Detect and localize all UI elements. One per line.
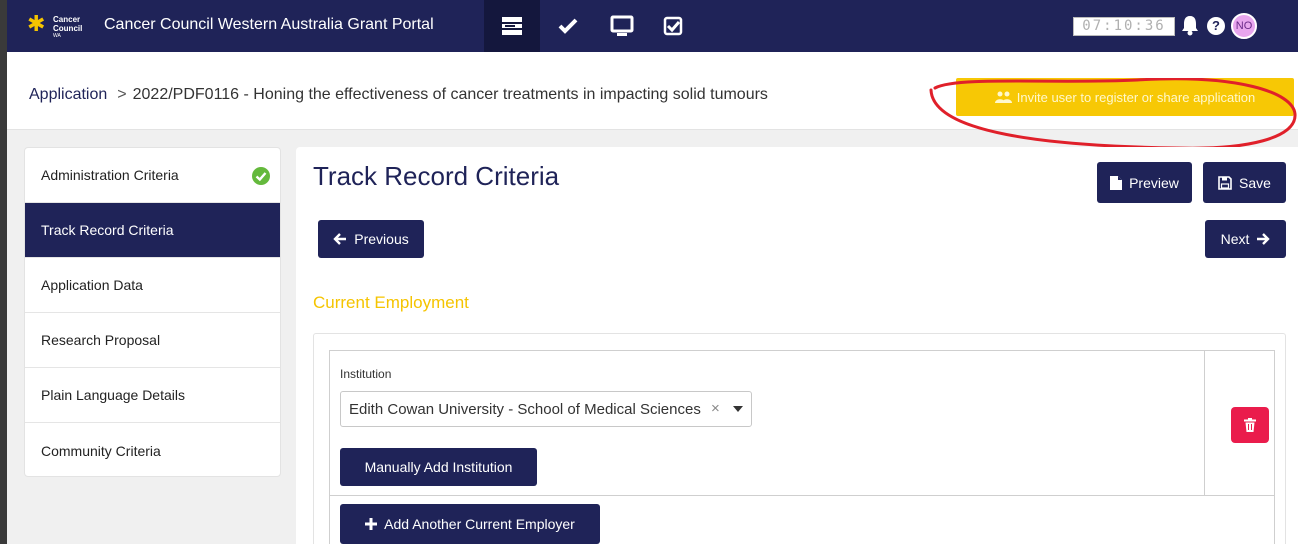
sidebar-item-community-criteria[interactable]: Community Criteria [25,423,280,476]
sidebar-item-administration-criteria[interactable]: Administration Criteria [25,148,280,203]
bell-icon[interactable] [1180,14,1200,41]
main-panel: Track Record Criteria Preview Save Previ… [296,147,1298,544]
caret-down-icon[interactable] [733,406,743,412]
previous-button[interactable]: Previous [318,220,424,258]
employer-entry: Institution Edith Cowan University - Sch… [329,350,1275,496]
institution-selected-value: Edith Cowan University - School of Medic… [349,400,701,418]
floppy-disk-icon [1218,175,1232,190]
breadcrumb-current: 2022/PDF0116 - Honing the effectiveness … [132,86,768,103]
app-window: ✱ Cancer Council WA Cancer Council Wester… [0,0,1298,544]
criteria-sidebar: Administration Criteria Track Record Cri… [24,147,281,477]
plus-icon [365,518,378,530]
top-navbar: ✱ Cancer Council WA Cancer Council Wester… [7,0,1298,52]
monitor-icon[interactable] [610,14,634,38]
session-timer: 07:10:36 [1073,17,1175,36]
sidebar-item-research-proposal[interactable]: Research Proposal [25,313,280,368]
institution-select[interactable]: Edith Cowan University - School of Medic… [340,391,752,427]
clear-selection-icon[interactable]: × [711,400,720,417]
current-employment-panel: Institution Edith Cowan University - Sch… [313,333,1286,544]
sidebar-item-application-data[interactable]: Application Data [25,258,280,313]
save-button[interactable]: Save [1203,162,1286,203]
breadcrumb-separator: > [117,86,127,103]
trash-icon [1244,418,1256,432]
help-icon[interactable]: ? [1207,17,1225,35]
check-circle-icon [252,167,270,185]
check-icon[interactable] [556,14,580,38]
list-icon[interactable] [484,0,540,52]
sidebar-item-plain-language-details[interactable]: Plain Language Details [25,368,280,423]
portal-title[interactable]: Cancer Council Western Australia Grant P… [104,16,434,34]
breadcrumb-application-link[interactable]: Application [29,86,107,103]
user-avatar[interactable]: NO [1231,13,1257,39]
cancer-council-logo[interactable]: ✱ Cancer Council WA [27,11,97,40]
daffodil-icon: ✱ [27,11,46,36]
breadcrumb: Application >2022/PDF0116 - Honing the ef… [29,86,768,104]
section-title-current-employment: Current Employment [313,293,469,312]
add-another-employer-button[interactable]: Add Another Current Employer [340,504,600,544]
delete-employer-button[interactable] [1231,407,1269,443]
arrow-right-icon [1257,233,1271,245]
checkbox-icon[interactable] [661,14,685,38]
breadcrumb-bar: Application >2022/PDF0116 - Honing the ef… [7,52,1298,150]
next-button[interactable]: Next [1205,220,1286,258]
arrow-left-icon [333,233,347,245]
file-icon [1110,175,1123,190]
sidebar-item-track-record-criteria[interactable]: Track Record Criteria [25,203,280,258]
manually-add-institution-button[interactable]: Manually Add Institution [340,448,537,486]
preview-button[interactable]: Preview [1097,162,1192,203]
institution-label: Institution [340,367,392,381]
page-title: Track Record Criteria [313,161,560,191]
